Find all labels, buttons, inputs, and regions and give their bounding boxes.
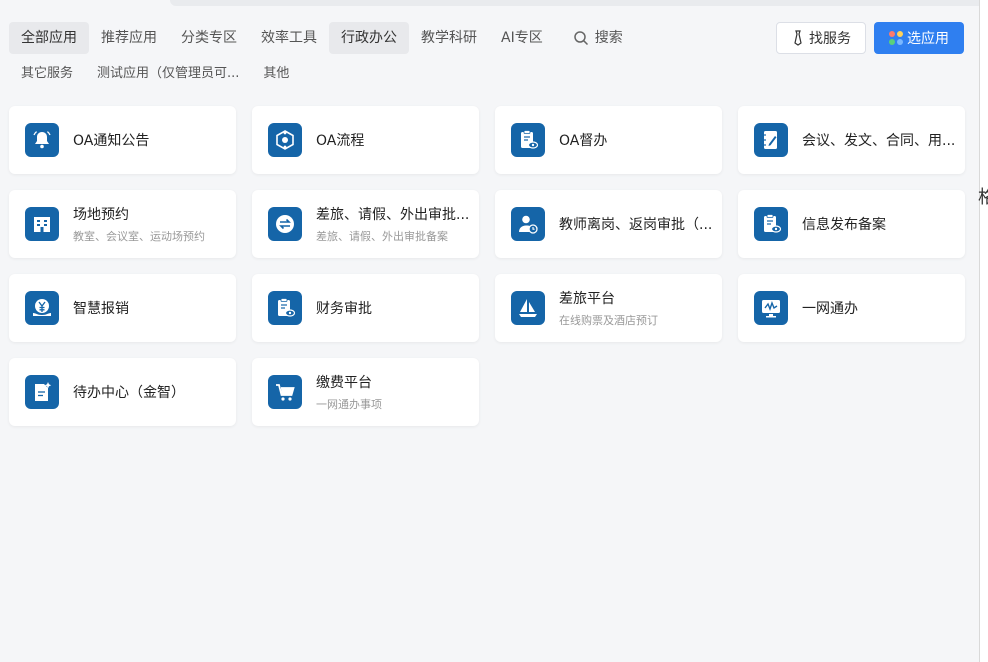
app-title: 场地预约 [73,207,129,223]
app-title: 待办中心（金智） [73,385,185,401]
app-card[interactable]: 差旅平台在线购票及酒店预订 [495,274,722,342]
tie-icon [794,30,802,46]
app-icon-bg [25,375,59,409]
app-icon-bg [268,375,302,409]
app-icon-bg [268,207,302,241]
bell-icon [33,131,51,149]
app-icon-bg [754,123,788,157]
app-title: 会议、发文、合同、用... [802,133,956,149]
search-icon [573,31,588,46]
search-button[interactable]: 搜索 [561,22,635,54]
find-service-button[interactable]: 找服务 [776,22,866,54]
cart-icon [276,384,295,401]
todo-doc-icon [35,382,52,401]
app-title: OA流程 [316,133,365,149]
app-text: 教师离岗、返岗审批（... [559,214,719,234]
user-clock-icon [519,215,538,234]
subtab-1[interactable]: 测试应用（仅管理员可... [85,60,251,88]
app-card[interactable]: 待办中心（金智） [9,358,236,426]
app-text: 缴费平台一网通办事项 [316,372,476,412]
app-text: 待办中心（金智） [73,382,233,402]
yen-hand-icon [33,299,51,316]
tab-1[interactable]: 推荐应用 [89,22,169,54]
find-service-label: 找服务 [809,31,851,47]
app-title: 财务审批 [316,301,372,317]
app-text: 场地预约教室、会议室、运动场预约 [73,204,233,244]
tab-2[interactable]: 分类专区 [169,22,249,54]
app-title: 差旅、请假、外出审批... [316,207,470,223]
app-subtitle: 差旅、请假、外出审批备案 [316,230,448,243]
search-label: 搜索 [594,30,623,46]
clipboard-eye-icon [278,298,296,317]
app-subtitle: 在线购票及酒店预订 [559,314,658,327]
app-title: OA督办 [559,133,608,149]
app-text: 会议、发文、合同、用... [802,130,962,150]
app-icon-bg [511,123,545,157]
app-card[interactable]: 信息发布备案 [738,190,965,258]
app-text: 财务审批 [316,298,476,318]
sailboat-icon [519,299,537,317]
app-card[interactable]: 智慧报销 [9,274,236,342]
select-apps-label: 选应用 [907,31,949,47]
clipboard-eye-icon [521,130,539,149]
app-icon-bg [25,123,59,157]
select-apps-button[interactable]: 选应用 [874,22,964,54]
subtab-2[interactable]: 其他 [251,60,301,88]
app-text: OA通知公告 [73,130,233,150]
app-card[interactable]: OA流程 [252,106,479,174]
app-text: 差旅平台在线购票及酒店预订 [559,288,719,328]
app-subtitle: 教室、会议室、运动场预约 [73,230,205,243]
app-text: 信息发布备案 [802,214,962,234]
building-icon [34,217,50,232]
app-text: 差旅、请假、外出审批... 差旅、请假、外出审批备案 [316,204,476,244]
category-tabs: 全部应用 推荐应用 分类专区 效率工具 行政办公 教学科研 AI专区 搜索 [9,22,635,54]
tab-6[interactable]: AI专区 [489,22,555,54]
app-text: 智慧报销 [73,298,233,318]
top-border [170,0,988,6]
app-card[interactable]: 教师离岗、返岗审批（... [495,190,722,258]
app-card[interactable]: 缴费平台一网通办事项 [252,358,479,426]
app-icon-bg [268,291,302,325]
app-title: 一网通办 [802,301,858,317]
app-icon-bg [511,207,545,241]
app-title: 缴费平台 [316,375,372,391]
app-title: OA通知公告 [73,133,150,149]
tab-5[interactable]: 教学科研 [409,22,489,54]
app-title: 信息发布备案 [802,217,886,233]
app-icon-bg [25,291,59,325]
adjacent-panel-edge: 格 [978,0,988,662]
app-card[interactable]: 差旅、请假、外出审批... 差旅、请假、外出审批备案 [252,190,479,258]
edge-glyph: 格 [978,187,988,208]
app-title: 教师离岗、返岗审批（... [559,217,713,233]
app-card[interactable]: 一网通办 [738,274,965,342]
sub-category-tabs: 其它服务 测试应用（仅管理员可... 其他 [9,60,301,88]
workflow-icon [276,130,294,150]
app-icon-bg [511,291,545,325]
tab-4[interactable]: 行政办公 [329,22,409,54]
app-card[interactable]: OA通知公告 [9,106,236,174]
exchange-icon [276,215,294,233]
app-icon-bg [754,291,788,325]
tab-3[interactable]: 效率工具 [249,22,329,54]
app-card[interactable]: 会议、发文、合同、用... [738,106,965,174]
clipboard-eye-icon [764,214,782,233]
app-card[interactable]: 财务审批 [252,274,479,342]
app-text: 一网通办 [802,298,962,318]
monitor-pulse-icon [762,300,780,318]
tab-0[interactable]: 全部应用 [9,22,89,54]
app-title: 差旅平台 [559,291,615,307]
app-icon-bg [754,207,788,241]
app-text: OA督办 [559,130,719,150]
app-grid-icon [889,31,903,45]
notebook-pen-icon [763,131,777,149]
subtab-0[interactable]: 其它服务 [9,60,85,88]
app-title: 智慧报销 [73,301,129,317]
app-subtitle: 一网通办事项 [316,398,382,411]
app-card[interactable]: 场地预约教室、会议室、运动场预约 [9,190,236,258]
app-text: OA流程 [316,130,476,150]
app-icon-bg [25,207,59,241]
app-icon-bg [268,123,302,157]
app-card[interactable]: OA督办 [495,106,722,174]
